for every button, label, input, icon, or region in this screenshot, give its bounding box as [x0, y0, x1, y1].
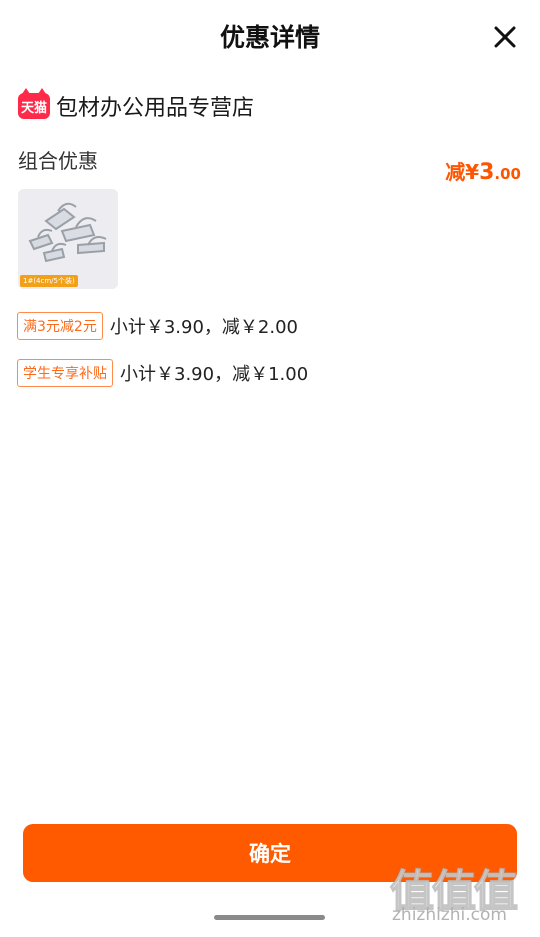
promotion-subtotal-text: 小计￥3.90，减￥1.00	[120, 364, 309, 385]
promotion-tag: 学生专享补贴	[17, 359, 113, 387]
discount-integer: 3	[479, 160, 495, 185]
close-icon[interactable]	[492, 24, 518, 50]
promotion-row: 满3元减2元 小计￥3.90，减￥2.00	[17, 312, 298, 340]
discount-prefix: 减¥	[445, 160, 480, 184]
total-discount: 减¥3.00	[445, 156, 521, 185]
page-title: 优惠详情	[219, 23, 320, 52]
tmall-logo: 天猫	[18, 88, 50, 119]
watermark-url: zhizhizhi.com	[392, 905, 507, 925]
shop-row[interactable]: 天猫 包材办公用品专营店	[18, 88, 255, 122]
discount-details-sheet: 优惠详情 天猫 包材办公用品专营店 组合优惠 减¥3.00 1#(4cm/5个装…	[0, 0, 540, 937]
thumbnail-caption: 1#(4cm/5个装)	[20, 275, 78, 287]
binder-clips-image	[18, 189, 118, 289]
confirm-button[interactable]: 确定	[23, 824, 517, 882]
product-thumbnail[interactable]: 1#(4cm/5个装)	[18, 189, 118, 289]
combo-discount-label: 组合优惠	[18, 149, 98, 173]
shop-name: 包材办公用品专营店	[56, 96, 255, 121]
home-indicator[interactable]	[214, 915, 325, 920]
discount-decimal: .00	[494, 165, 521, 183]
close-button[interactable]	[492, 24, 518, 50]
promotion-row: 学生专享补贴 小计￥3.90，减￥1.00	[17, 359, 308, 387]
promotion-subtotal-text: 小计￥3.90，减￥2.00	[109, 317, 298, 338]
promotion-tag: 满3元减2元	[17, 312, 103, 340]
